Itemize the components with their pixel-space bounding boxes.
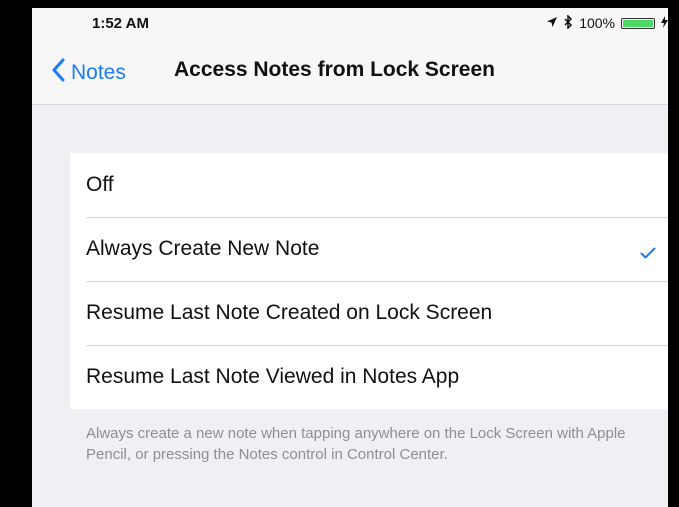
options-list: Off Always Create New Note Resume Last N… xyxy=(70,153,668,409)
option-label: Resume Last Note Viewed in Notes App xyxy=(86,365,460,388)
chevron-left-icon xyxy=(52,58,65,88)
back-label: Notes xyxy=(71,61,126,84)
battery-fill xyxy=(623,19,653,27)
section-footer: Always create a new note when tapping an… xyxy=(86,425,626,463)
navigation-bar: Notes Access Notes from Lock Screen xyxy=(32,38,668,105)
battery-icon xyxy=(621,17,655,29)
option-resume-last-viewed[interactable]: Resume Last Note Viewed in Notes App xyxy=(70,345,668,409)
option-label: Resume Last Note Created on Lock Screen xyxy=(86,301,493,324)
bluetooth-icon xyxy=(564,13,573,32)
settings-screen: 1:52 AM 100% Notes Access Notes from Loc… xyxy=(32,8,668,507)
back-button[interactable]: Notes xyxy=(52,58,126,88)
checkmark-icon xyxy=(640,241,656,265)
option-resume-last-created[interactable]: Resume Last Note Created on Lock Screen xyxy=(70,281,668,345)
location-icon xyxy=(546,15,558,31)
battery-percent: 100% xyxy=(579,15,615,31)
option-always-create-new-note[interactable]: Always Create New Note xyxy=(70,217,668,281)
page-title: Access Notes from Lock Screen xyxy=(174,58,495,81)
status-time: 1:52 AM xyxy=(92,15,149,32)
status-indicators: 100% xyxy=(546,13,668,32)
option-label: Always Create New Note xyxy=(86,237,320,260)
charging-bolt-icon xyxy=(661,15,668,31)
status-bar: 1:52 AM 100% xyxy=(32,8,668,38)
option-label: Off xyxy=(86,173,114,196)
option-off[interactable]: Off xyxy=(70,153,668,217)
